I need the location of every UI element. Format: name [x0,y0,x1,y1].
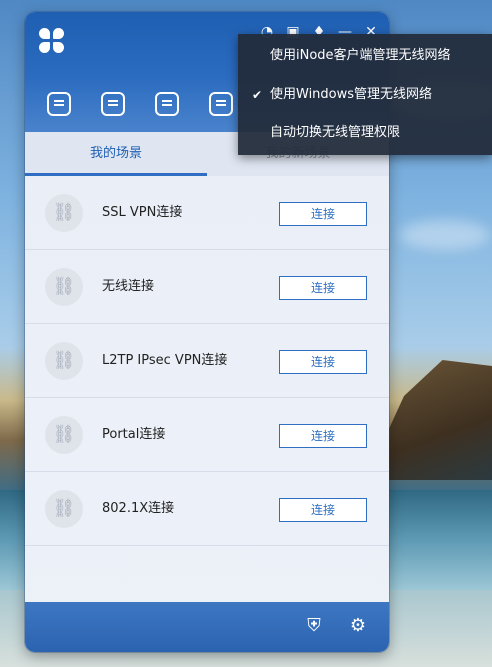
menu-item-label: 自动切换无线管理权限 [270,125,401,140]
inode-logo-icon [39,28,67,56]
nav-icons [47,92,233,116]
connect-button[interactable]: 连接 [279,202,367,226]
cliff [382,360,492,480]
wireless-management-menu: 使用iNode客户端管理无线网络 ✔ 使用Windows管理无线网络 自动切换无… [238,34,492,155]
connection-label: 无线连接 [102,279,155,294]
checkmark-icon: ✔ [252,88,263,102]
tab-my-scene[interactable]: 我的场景 [25,132,207,176]
menu-item-inode-manage[interactable]: 使用iNode客户端管理无线网络 [238,40,492,72]
connect-button[interactable]: 连接 [279,276,367,300]
broken-link-icon: ⛓ [45,268,83,306]
menu-item-auto-switch[interactable]: 自动切换无线管理权限 [238,117,492,149]
broken-link-icon: ⛓ [45,490,83,528]
doc-icon[interactable] [209,92,233,116]
gear-icon[interactable]: ⚙ [347,615,369,637]
connect-button[interactable]: 连接 [279,350,367,374]
broken-link-icon: ⛓ [45,416,83,454]
footer-bar: ⛨ ⚙ [25,602,389,652]
menu-item-label: 使用iNode客户端管理无线网络 [270,48,451,63]
shield-e-icon[interactable]: ⛨ [303,615,325,637]
connection-label: L2TP IPsec VPN连接 [102,353,228,368]
message-icon[interactable] [101,92,125,116]
connection-label: 802.1X连接 [102,501,175,516]
scene-link-icon[interactable] [47,92,71,116]
connection-list: ⛓ SSL VPN连接 连接 ⛓ 无线连接 连接 ⛓ L2TP IPsec VP… [25,176,389,546]
list-item: ⛓ Portal连接 连接 [25,398,389,472]
list-item: ⛓ 无线连接 连接 [25,250,389,324]
broken-link-icon: ⛓ [45,342,83,380]
menu-item-windows-manage[interactable]: ✔ 使用Windows管理无线网络 [238,79,492,111]
list-item: ⛓ L2TP IPsec VPN连接 连接 [25,324,389,398]
cloud [400,220,490,250]
connection-label: SSL VPN连接 [102,205,183,220]
connection-label: Portal连接 [102,427,166,442]
broken-link-icon: ⛓ [45,194,83,232]
list-item: ⛓ 802.1X连接 连接 [25,472,389,546]
news-icon[interactable] [155,92,179,116]
connect-button[interactable]: 连接 [279,424,367,448]
connect-button[interactable]: 连接 [279,498,367,522]
menu-item-label: 使用Windows管理无线网络 [270,87,433,102]
list-item: ⛓ SSL VPN连接 连接 [25,176,389,250]
